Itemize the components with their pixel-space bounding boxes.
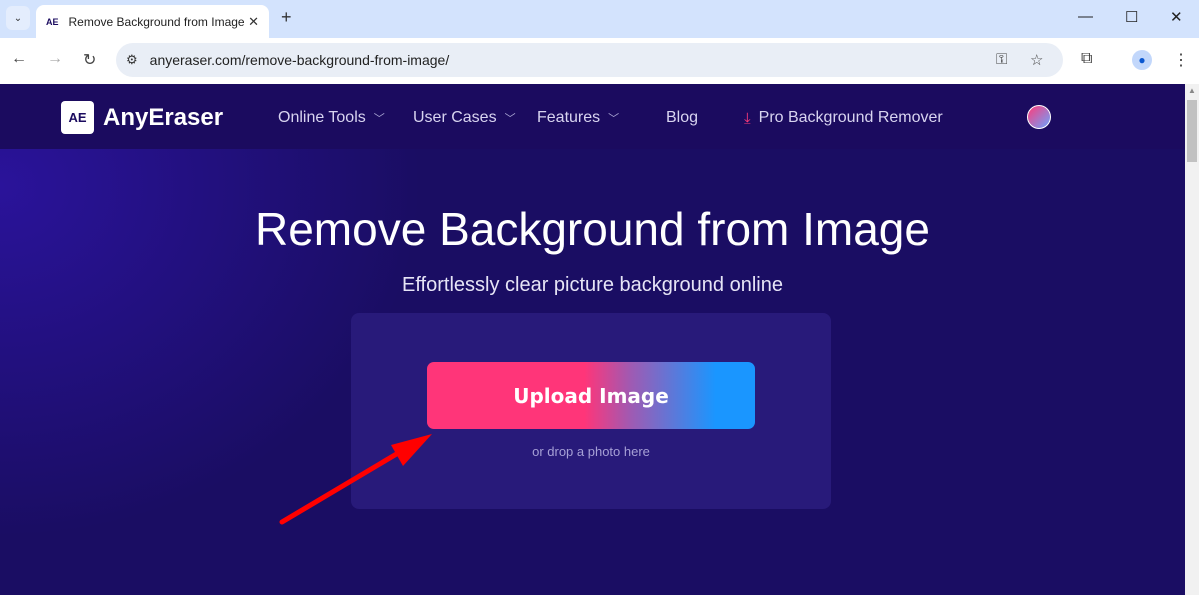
forward-icon[interactable]: → (47, 50, 63, 68)
extensions-icon[interactable]: ⧉ (1081, 50, 1092, 68)
logo-mark: AE (61, 101, 94, 134)
star-icon[interactable]: ☆ (1030, 51, 1043, 69)
chevron-down-icon: ﹀ (504, 113, 516, 125)
logo-name: AnyEraser (103, 103, 224, 131)
menu-icon[interactable]: ⋮ (1173, 50, 1189, 70)
tab-title: Remove Background from Image (68, 14, 245, 29)
logo[interactable]: AE AnyEraser (61, 101, 223, 134)
page-subtitle: Effortlessly clear picture background on… (402, 274, 783, 296)
profile-icon[interactable]: ● (1132, 50, 1152, 70)
close-tab-icon[interactable]: ✕ (248, 14, 259, 30)
key-icon[interactable]: ⚿ (996, 51, 1007, 68)
scrollbar-thumb[interactable] (1187, 100, 1197, 162)
nav-user-cases[interactable]: User Cases ﹀ (413, 109, 516, 127)
browser-toolbar: ← → ↻ ⚙ anyeraser.com/remove-background-… (0, 38, 1199, 84)
nav-label: User Cases (413, 109, 497, 126)
url-text[interactable]: anyeraser.com/remove-background-from-ima… (150, 52, 450, 68)
upload-dropzone[interactable]: Upload Image or drop a photo here (351, 313, 831, 509)
download-icon: ⤓ (744, 109, 751, 127)
reload-icon[interactable]: ↻ (83, 50, 96, 70)
chevron-down-icon: ﹀ (373, 113, 385, 125)
nav-label: Features (537, 109, 601, 126)
page-title: Remove Background from Image (255, 203, 930, 255)
address-bar[interactable]: ⚙ anyeraser.com/remove-background-from-i… (116, 43, 1063, 77)
nav-features[interactable]: Features ﹀ (537, 109, 619, 127)
new-tab-icon[interactable]: + (281, 7, 292, 28)
nav-label: Online Tools (278, 109, 366, 126)
favicon: AE (46, 16, 59, 27)
maximize-icon[interactable]: ☐ (1125, 8, 1138, 26)
nav-online-tools[interactable]: Online Tools ﹀ (278, 109, 385, 127)
nav-label: Pro Background Remover (758, 109, 943, 126)
scrollbar[interactable]: ▲ (1185, 84, 1199, 595)
upload-image-button[interactable]: Upload Image (427, 362, 755, 429)
page: AE AnyEraser Online Tools ﹀ User Cases ﹀ F… (0, 84, 1185, 595)
browser-tab[interactable]: AE Remove Background from Image ✕ (36, 5, 269, 38)
drop-hint: or drop a photo here (532, 444, 650, 459)
back-icon[interactable]: ← (11, 50, 27, 68)
nav-label: Blog (666, 109, 699, 126)
site-settings-icon[interactable]: ⚙ (126, 52, 138, 68)
chevron-down-icon: ﹀ (608, 113, 620, 125)
nav-blog[interactable]: Blog (666, 109, 698, 127)
scroll-up-icon[interactable]: ▲ (1188, 86, 1196, 95)
tab-strip: ⌄ AE Remove Background from Image ✕ + — … (0, 0, 1199, 38)
nav-pro-background-remover[interactable]: ⤓ Pro Background Remover (744, 109, 943, 127)
site-header: AE AnyEraser Online Tools ﹀ User Cases ﹀ F… (0, 84, 1185, 149)
tab-search-button[interactable]: ⌄ (6, 6, 30, 30)
minimize-icon[interactable]: — (1078, 8, 1093, 25)
close-window-icon[interactable]: ✕ (1170, 8, 1183, 26)
user-avatar[interactable] (1027, 105, 1051, 129)
